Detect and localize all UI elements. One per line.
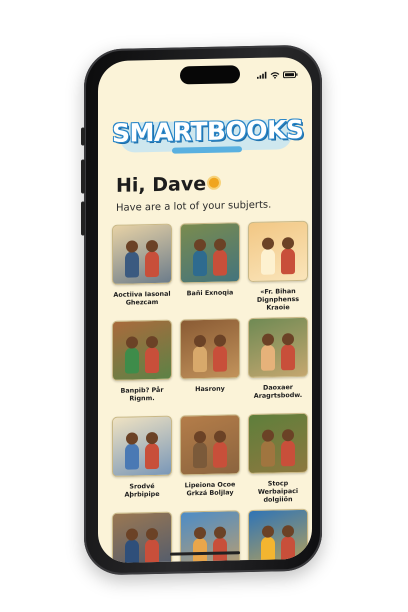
subject-card[interactable]: Stocp Werbaipaci dolgiiön <box>248 412 308 506</box>
illustration-figure-head <box>214 238 226 251</box>
illustration-figure <box>145 538 159 564</box>
wifi-icon <box>270 72 280 79</box>
illustration-figure-head <box>194 334 206 348</box>
illustration-figure-head <box>146 431 158 445</box>
app-screen: SMARTBOOKS Hi, Dave Have are a lot of yo… <box>98 56 312 564</box>
sun-icon <box>209 177 220 188</box>
illustration-figure-head <box>262 525 274 538</box>
status-bar <box>257 71 298 79</box>
illustration-figure-head <box>126 432 138 445</box>
illustration-figure <box>125 251 139 278</box>
illustration-figure-head <box>282 429 294 442</box>
subject-card-label: «Fr. Bihan Dignphenss Kraoie <box>256 287 300 312</box>
dynamic-island <box>180 65 240 85</box>
illustration-figure-head <box>262 429 274 442</box>
illustration-figure-head <box>282 333 294 346</box>
illustration-figure <box>261 440 275 467</box>
phone-device: SMARTBOOKS Hi, Dave Have are a lot of yo… <box>81 44 322 576</box>
illustration-figure <box>193 345 207 373</box>
subject-card[interactable]: Aoctiiva Iasonal Ghezcam <box>112 223 172 317</box>
illustration-figure-head <box>194 430 206 444</box>
subject-card[interactable]: Bosbuötin Baiika <box>248 508 308 564</box>
subject-card[interactable]: «Fr. Bihan Dignphenss Kraoie <box>248 220 308 314</box>
illustration-figure <box>281 536 295 563</box>
illustration-figure-head <box>126 336 138 349</box>
illustration-figure-head <box>194 526 206 540</box>
illustration-figure <box>125 347 139 374</box>
illustration-figure-head <box>194 238 206 252</box>
illustration-figure <box>261 536 275 563</box>
subject-illustration[interactable] <box>180 414 240 476</box>
subject-illustration[interactable] <box>112 511 172 564</box>
illustration-figure <box>125 443 139 470</box>
illustration-figure-head <box>282 525 294 538</box>
logo-text: SMARTBOOKS <box>112 114 304 148</box>
illustration-figure <box>213 441 227 468</box>
subject-card-label: Bañi Exnoqia <box>186 288 234 298</box>
subject-illustration[interactable] <box>248 316 308 379</box>
subject-illustration[interactable] <box>248 220 308 283</box>
illustration-figure <box>261 344 275 371</box>
subject-card[interactable]: Bañi Exnoqia <box>180 222 240 315</box>
illustration-figure-head <box>214 526 226 539</box>
illustration-figure-head <box>214 430 226 443</box>
subject-illustration[interactable] <box>180 318 240 380</box>
subject-illustration[interactable] <box>112 319 172 381</box>
illustration-figure-head <box>282 237 294 250</box>
subject-card-label: Stocp Werbaipaci dolgiiön <box>257 479 299 504</box>
subject-illustration[interactable] <box>180 222 240 284</box>
illustration-figure-head <box>126 528 138 541</box>
subject-card-label: Lipeiona Ocoe Grkzá Boljlay <box>184 480 236 498</box>
illustration-figure <box>193 441 207 469</box>
subject-card[interactable]: Lipeiona Ocoe Grkzá Boljlay <box>180 414 240 507</box>
illustration-figure-head <box>146 335 158 349</box>
subject-card[interactable]: Banpib? Pår Rignm. <box>112 319 172 413</box>
illustration-figure <box>145 442 159 470</box>
subject-illustration[interactable] <box>248 508 308 564</box>
greeting-heading: Hi, Dave <box>116 172 220 197</box>
logo-tagline-ribbon <box>172 146 242 154</box>
illustration-figure <box>213 345 227 372</box>
subject-card-label: Srodvé Aþrbipipe <box>124 482 160 499</box>
illustration-figure <box>193 249 207 277</box>
mute-switch <box>81 127 85 146</box>
illustration-figure-head <box>146 239 158 253</box>
illustration-figure <box>281 248 295 275</box>
subject-card[interactable]: Looneor Calmoyyilrati <box>112 511 172 564</box>
illustration-figure-head <box>262 333 274 346</box>
subjects-grid: Aoctiiva Iasonal Ghezcam Bañi Exnoqia «Fr.… <box>112 220 308 564</box>
subject-card[interactable]: Daoxaer Aragrtsbodw. <box>248 316 308 410</box>
illustration-figure <box>125 539 139 564</box>
illustration-figure-head <box>146 527 158 541</box>
illustration-figure <box>213 249 227 276</box>
illustration-figure <box>261 248 275 275</box>
subject-illustration[interactable] <box>112 415 172 477</box>
illustration-figure-head <box>126 240 138 253</box>
subject-illustration[interactable] <box>112 223 172 285</box>
subject-card-label: Hasrony <box>195 384 225 394</box>
subject-illustration[interactable] <box>248 412 308 475</box>
subject-card[interactable]: Srodvé Aþrbipipe <box>112 415 172 509</box>
volume-up-button <box>81 159 85 194</box>
subject-card[interactable]: Hasrony <box>180 318 240 411</box>
illustration-figure <box>213 537 227 564</box>
illustration-figure-head <box>214 334 226 347</box>
signal-icon <box>257 71 267 79</box>
volume-down-button <box>81 201 85 236</box>
illustration-figure <box>145 346 159 374</box>
illustration-figure <box>193 537 207 564</box>
greeting-text: Hi, Dave <box>116 172 207 197</box>
subject-card-label: Daoxaer Aragrtsbodw. <box>253 383 303 400</box>
illustration-figure-head <box>262 237 274 250</box>
subtitle-text: Have are a lot of your subjerts. <box>116 199 272 214</box>
illustration-figure <box>281 344 295 371</box>
battery-icon <box>283 71 298 79</box>
illustration-figure <box>281 440 295 467</box>
illustration-figure <box>145 250 159 278</box>
app-logo: SMARTBOOKS <box>112 113 304 161</box>
subject-card-label: Aoctiiva Iasonal Ghezcam <box>113 289 171 307</box>
subject-card-label: Banpib? Pår Rignm. <box>120 385 164 403</box>
